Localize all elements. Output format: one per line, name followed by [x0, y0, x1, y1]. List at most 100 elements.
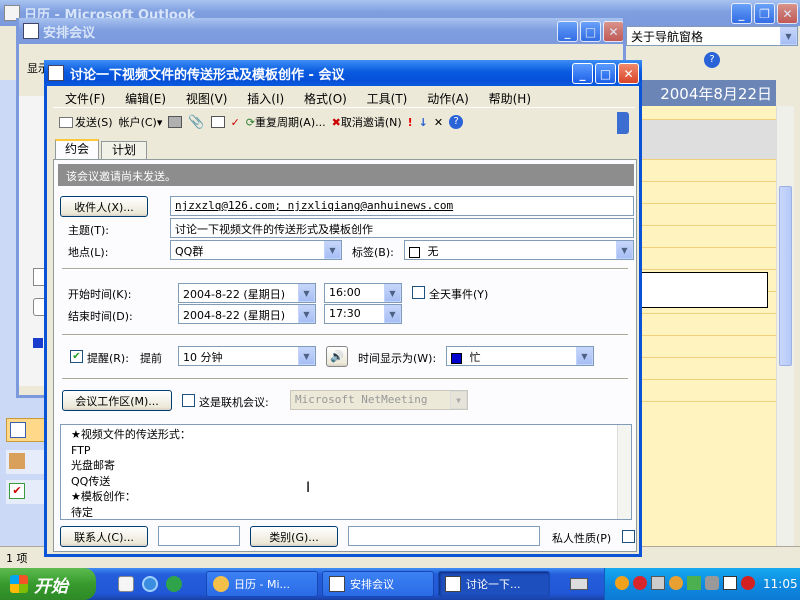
categories-field[interactable] [348, 526, 540, 546]
start-label: 开始 [34, 576, 68, 597]
taskbar-item-schedule-meeting[interactable]: 安排会议 [322, 571, 434, 597]
end-date-value: 2004-8-22 (星期日) [183, 309, 286, 322]
recurrence-label: 重复周期(A)... [255, 116, 326, 129]
help-button[interactable]: ? [449, 115, 464, 129]
calendar-nav-icon [10, 422, 26, 438]
calendar-day-column[interactable] [640, 106, 776, 546]
categories-button[interactable]: 类别(G)... [250, 526, 338, 547]
chevron-down-icon: ▼ [324, 241, 341, 259]
tab-scheduling[interactable]: 计划 [101, 141, 147, 159]
contacts-field[interactable] [158, 526, 240, 546]
quicklaunch-app-icon[interactable] [166, 576, 182, 592]
toolbar-overflow-chevron[interactable] [617, 112, 629, 134]
reminder-value: 10 分钟 [183, 351, 223, 364]
quicklaunch-ie-icon[interactable] [142, 576, 158, 592]
private-checkbox[interactable] [622, 530, 635, 543]
tray-icon-4[interactable] [669, 576, 683, 590]
nav-calendar-button[interactable] [6, 418, 46, 442]
tray-icon-2[interactable] [633, 576, 647, 590]
cancel-invite-button[interactable]: ✖ 取消邀请(N) [332, 114, 402, 130]
menu-help[interactable]: 帮助(H) [489, 92, 531, 106]
start-button[interactable]: 开始 [0, 568, 96, 600]
tray-icon-6[interactable] [705, 576, 719, 590]
end-date-field[interactable]: 2004-8-22 (星期日) ▼ [178, 304, 316, 324]
check-names-button[interactable]: ✓ [231, 116, 240, 129]
taskbar-item-calendar[interactable]: 日历 - Mi... [206, 571, 318, 597]
schedule-close-button[interactable]: ✕ [603, 21, 623, 42]
outlook-restore-button[interactable]: ❐ [754, 3, 775, 24]
nav-pane-combo[interactable]: 关于导航窗格 ▼ [626, 26, 798, 46]
subject-value: 讨论一下视频文件的传送形式及模板创作 [175, 223, 373, 236]
all-day-checkbox[interactable] [412, 286, 425, 299]
account-button[interactable]: 帐户(C) ▾ [119, 114, 163, 130]
start-time-label: 开始时间(K): [68, 288, 132, 301]
body-line: ★视频文件的传送形式： [71, 428, 191, 441]
nav-tasks-button[interactable]: ✔ [6, 480, 46, 504]
start-time-value: 16:00 [329, 286, 361, 299]
to-field[interactable]: njzxzlq@126.com; njzxliqiang@anhuinews.c… [170, 196, 634, 216]
help-circle-icon: ? [449, 115, 464, 129]
importance-low-button[interactable]: ↓ [419, 116, 428, 129]
tray-icon-3[interactable] [651, 576, 665, 590]
meeting-maximize-button[interactable]: □ [595, 63, 616, 84]
tab-appointment[interactable]: 约会 [55, 139, 99, 159]
chevron-down-icon: ▼ [298, 347, 315, 365]
menu-tools[interactable]: 工具(T) [367, 92, 408, 106]
send-button[interactable]: 发送(S) [59, 114, 113, 130]
schedule-minimize-button[interactable]: _ [557, 21, 578, 42]
location-field[interactable]: QQ群 ▼ [170, 240, 342, 260]
menu-edit[interactable]: 编辑(E) [125, 92, 166, 106]
importance-high-button[interactable]: ! [408, 116, 413, 129]
standard-toolbar: 发送(S) 帐户(C) ▾ 📎 ✓ ⟳ 重复周期(A)... ✖ 取消邀请(N) !… [53, 110, 628, 134]
print-button[interactable] [168, 116, 183, 128]
end-time-field[interactable]: 17:30 ▼ [324, 304, 402, 324]
calendar-scrollbar[interactable] [776, 106, 794, 546]
nav-contacts-button[interactable] [6, 450, 46, 474]
menu-file[interactable]: 文件(F) [65, 92, 105, 106]
meeting-workspace-button[interactable]: 会议工作区(M)... [62, 390, 172, 411]
menu-insert[interactable]: 插入(I) [247, 92, 284, 106]
body-line: ★模板创作： [71, 490, 136, 503]
label-select[interactable]: 无 ▼ [404, 240, 634, 260]
tray-icon-7[interactable] [723, 576, 737, 590]
show-as-select[interactable]: 忙 ▼ [446, 346, 594, 366]
menu-format[interactable]: 格式(O) [304, 92, 347, 106]
body-scrollbar[interactable] [617, 425, 631, 519]
attach-button[interactable]: 📎 [188, 115, 204, 130]
body-line: 待定 [71, 505, 93, 519]
help-icon[interactable]: ? [704, 52, 720, 68]
recurrence-button[interactable]: ⟳ 重复周期(A)... [246, 114, 326, 130]
tray-icon-1[interactable] [615, 576, 629, 590]
reminder-checkbox[interactable]: ✔ [70, 350, 83, 363]
reminder-select[interactable]: 10 分钟 ▼ [178, 346, 316, 366]
tray-icon-8[interactable] [741, 576, 755, 590]
taskbar-item-meeting[interactable]: 讨论一下... [438, 571, 550, 597]
keyboard-icon[interactable] [570, 578, 588, 590]
start-date-field[interactable]: 2004-8-22 (星期日) ▼ [178, 283, 316, 303]
recurrence-icon: ⟳ [245, 115, 255, 129]
menu-view[interactable]: 视图(V) [186, 92, 228, 106]
show-as-value: 忙 [469, 351, 481, 364]
online-meeting-checkbox[interactable] [182, 394, 195, 407]
outlook-minimize-button[interactable]: _ [731, 3, 752, 24]
to-button[interactable]: 收件人(X)... [60, 196, 148, 217]
label-label: 标签(B): [352, 246, 394, 259]
tray-icon-5[interactable] [687, 576, 701, 590]
taskbar: 开始 日历 - Mi... 安排会议 讨论一下... 11:05 [0, 568, 800, 600]
calendar-appointment-block[interactable] [640, 272, 768, 308]
meeting-close-button[interactable]: ✕ [618, 63, 639, 84]
schedule-maximize-button[interactable]: □ [580, 21, 601, 42]
contacts-button[interactable]: 联系人(C)... [60, 526, 148, 547]
delete-button[interactable]: ✕ [434, 116, 443, 129]
clock[interactable]: 11:05 [763, 577, 798, 591]
meeting-body-text[interactable]: ★视频文件的传送形式： FTP 光盘邮寄 QQ传送 ★模板创作： 待定 [60, 424, 632, 520]
address-book-button[interactable] [210, 116, 225, 128]
meeting-minimize-button[interactable]: _ [572, 63, 593, 84]
subject-field[interactable]: 讨论一下视频文件的传送形式及模板创作 [170, 218, 634, 238]
menu-actions[interactable]: 动作(A) [427, 92, 469, 106]
start-time-field[interactable]: 16:00 ▼ [324, 283, 402, 303]
quicklaunch-media-icon[interactable] [118, 576, 134, 592]
outlook-close-button[interactable]: ✕ [777, 3, 798, 24]
reminder-sound-button[interactable]: 🔊 [326, 346, 348, 367]
exclamation-icon: ! [407, 115, 413, 129]
